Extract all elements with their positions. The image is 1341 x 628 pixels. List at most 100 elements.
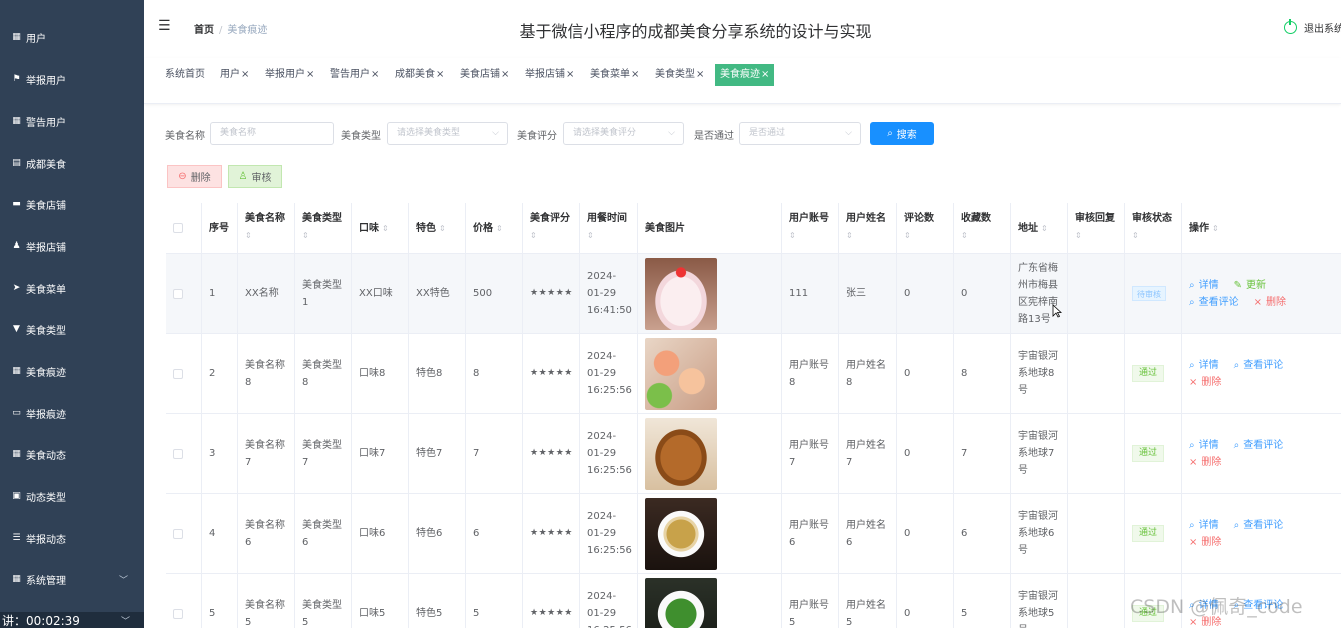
table-cell: 2024-01-29 16:25:56: [580, 334, 638, 413]
row-checkbox[interactable]: [173, 528, 183, 539]
op-label: 删除: [1201, 376, 1222, 388]
sort-icon[interactable]: ⇕: [587, 227, 594, 244]
sidebar-item[interactable]: ▼ 美食类型: [0, 308, 144, 350]
table-cell: 口味8: [352, 334, 409, 413]
tab[interactable]: 举报用户×: [265, 64, 314, 86]
close-icon[interactable]: ×: [306, 69, 314, 80]
view-comments-button[interactable]: ⌕ 查看评论: [1234, 437, 1284, 454]
close-icon[interactable]: ×: [501, 69, 509, 80]
sort-icon[interactable]: ⇕: [530, 227, 537, 244]
op-label: 查看评论: [1243, 519, 1284, 531]
pass-select[interactable]: 是否通过 ⌵: [739, 122, 861, 145]
sort-icon[interactable]: ⇕: [904, 227, 911, 244]
sidebar-item[interactable]: ▤ 成都美食: [0, 142, 144, 184]
food-image[interactable]: [645, 577, 717, 628]
favs-text: 7: [961, 448, 968, 459]
view-comments-button[interactable]: ⌕ 查看评论: [1189, 294, 1239, 311]
table-cell: [1068, 334, 1125, 413]
detail-button[interactable]: ⌕ 详情: [1189, 437, 1219, 454]
send-icon: ➤: [12, 283, 21, 293]
sort-icon[interactable]: ⇕: [245, 227, 252, 244]
close-icon[interactable]: ×: [241, 69, 249, 80]
food-image[interactable]: [645, 257, 717, 330]
row-checkbox[interactable]: [173, 368, 183, 379]
grid-icon: ▦: [12, 32, 21, 42]
tab[interactable]: 成都美食×: [395, 64, 444, 86]
tab[interactable]: 美食痕迹×: [715, 64, 775, 86]
audit-button[interactable]: ♙ 审核: [228, 165, 282, 188]
sort-icon[interactable]: ⇕: [496, 220, 503, 237]
close-icon[interactable]: ×: [761, 69, 769, 80]
sort-icon[interactable]: ⇕: [846, 227, 853, 244]
close-icon[interactable]: ×: [631, 69, 639, 80]
detail-button[interactable]: ⌕ 详情: [1189, 357, 1219, 374]
sort-icon[interactable]: ⇕: [1041, 220, 1048, 237]
update-button[interactable]: ✎ 更新: [1234, 277, 1266, 294]
row-checkbox[interactable]: [173, 448, 183, 459]
header-cell: 用户姓名 ⇕: [839, 203, 897, 253]
sort-icon[interactable]: ⇕: [1075, 227, 1082, 244]
close-icon[interactable]: ×: [436, 69, 444, 80]
table-cell: 用户姓名6: [839, 494, 897, 573]
row-checkbox[interactable]: [173, 608, 183, 619]
name-input[interactable]: 美食名称: [210, 122, 334, 145]
detail-button[interactable]: ⌕ 详情: [1189, 517, 1219, 534]
close-icon[interactable]: ×: [566, 69, 574, 80]
tab[interactable]: 系统首页: [165, 64, 205, 86]
delete-button[interactable]: × 删除: [1254, 294, 1286, 311]
close-icon[interactable]: ×: [696, 69, 704, 80]
clipboard-icon: ▤: [12, 158, 21, 168]
table-cell: XX口味: [352, 254, 409, 333]
sort-icon[interactable]: ⇕: [789, 227, 796, 244]
sort-icon[interactable]: ⇕: [302, 227, 309, 244]
select-all-checkbox[interactable]: [173, 223, 183, 233]
detail-button[interactable]: ⌕ 详情: [1189, 277, 1219, 294]
food-image[interactable]: [645, 417, 717, 490]
sidebar-item[interactable]: ▦ 警告用户: [0, 100, 144, 142]
table-row: 3 美食名称7 美食类型7 口味7 特色7 7 ★★★★★ 2024-01-29 16:25:…: [166, 414, 1341, 494]
tab[interactable]: 警告用户×: [330, 64, 379, 86]
search-button[interactable]: ⌕ 搜索: [870, 122, 934, 145]
time-text: 2024-01-29 16:25:56: [587, 591, 632, 628]
sidebar-item[interactable]: ⚑ 举报用户: [0, 58, 144, 100]
chevron-down-icon[interactable]: ﹀: [121, 614, 130, 627]
sidebar-item[interactable]: ➤ 美食菜单: [0, 267, 144, 309]
sidebar-item[interactable]: ▬ 美食店铺: [0, 183, 144, 225]
tab[interactable]: 用户×: [220, 64, 249, 86]
sidebar-item[interactable]: ▦ 系统管理 ﹀: [0, 558, 144, 600]
sidebar-item[interactable]: ▭ 举报痕迹: [0, 392, 144, 434]
food-image[interactable]: [645, 337, 717, 410]
row-checkbox[interactable]: [173, 288, 183, 299]
delete-button[interactable]: × 删除: [1189, 374, 1221, 391]
comments-text: 0: [904, 368, 911, 379]
sort-icon[interactable]: ⇕: [1212, 220, 1219, 237]
sidebar-item[interactable]: ▦ 美食动态: [0, 433, 144, 475]
view-comments-button[interactable]: ⌕ 查看评论: [1234, 357, 1284, 374]
tab[interactable]: 举报店铺×: [525, 64, 574, 86]
sidebar-item[interactable]: ☰ 举报动态: [0, 517, 144, 559]
tab[interactable]: 美食类型×: [655, 64, 704, 86]
sidebar-item[interactable]: ♟ 举报店铺: [0, 225, 144, 267]
op-label: 删除: [1266, 296, 1286, 308]
rating-select[interactable]: 请选择美食评分 ⌵: [563, 122, 684, 145]
logout-button[interactable]: 退出系统: [1284, 19, 1341, 35]
sort-icon[interactable]: ⇕: [439, 220, 446, 237]
close-icon[interactable]: ×: [371, 69, 379, 80]
type-select[interactable]: 请选择美食类型 ⌵: [387, 122, 508, 145]
table-cell: 美食类型7: [295, 414, 352, 493]
view-comments-button[interactable]: ⌕ 查看评论: [1234, 517, 1284, 534]
tab[interactable]: 美食店铺×: [460, 64, 509, 86]
sort-icon[interactable]: ⇕: [382, 220, 389, 237]
sort-icon[interactable]: ⇕: [961, 227, 968, 244]
sidebar-item[interactable]: ▦ 美食痕迹: [0, 350, 144, 392]
delete-button[interactable]: × 删除: [1189, 534, 1221, 551]
table-cell: 8: [466, 334, 523, 413]
delete-button[interactable]: × 删除: [1189, 454, 1221, 471]
tab[interactable]: 美食菜单×: [590, 64, 639, 86]
table-cell: 美食名称5: [238, 574, 295, 628]
sidebar-item[interactable]: ▦ 用户: [0, 16, 144, 58]
delete-button[interactable]: ⊖ 删除: [167, 165, 222, 188]
sort-icon[interactable]: ⇕: [1132, 227, 1139, 244]
sidebar-item[interactable]: ▣ 动态类型: [0, 475, 144, 517]
food-image[interactable]: [645, 497, 717, 570]
